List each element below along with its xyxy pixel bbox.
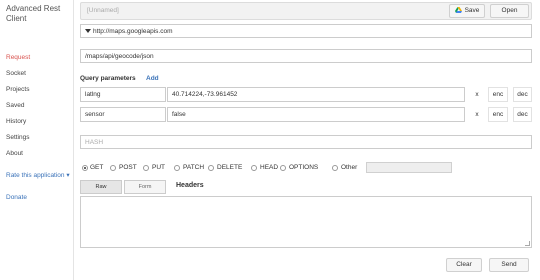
method-label-put: PUT [152,164,165,171]
query-param-row: latlng 40.714224,-73.961452 x enc dec [80,87,532,102]
rate-app-link[interactable]: Rate this application ▾ [6,172,70,181]
method-label-post: POST [119,164,137,171]
method-label-get: GET [90,164,104,171]
app-title: Advanced Rest Client [6,4,61,23]
sidebar-item-saved[interactable]: Saved [6,101,30,117]
chevron-down-icon[interactable] [85,29,91,33]
toolbar: [Unnamed] Save Open [80,2,532,20]
sidebar-item-settings[interactable]: Settings [6,133,30,149]
resize-handle-icon[interactable] [525,241,530,246]
remove-param-button[interactable]: x [470,107,484,122]
payload-tabs: Raw Form Headers [80,180,532,194]
clear-button[interactable]: Clear [446,258,482,272]
encode-param-button[interactable]: enc [488,87,508,102]
method-radio-other[interactable] [332,165,338,171]
sidebar-item-projects[interactable]: Projects [6,85,30,101]
remove-param-button[interactable]: x [470,87,484,102]
tab-form[interactable]: Form [124,180,166,194]
method-label-patch: PATCH [183,164,205,171]
method-radio-options[interactable] [280,165,286,171]
method-radio-head[interactable] [251,165,257,171]
sidebar-item-history[interactable]: History [6,117,30,133]
method-label-head: HEAD [260,164,279,171]
method-label-other: Other [341,164,358,171]
decode-param-button[interactable]: dec [513,87,532,102]
sidebar-nav: Request Socket Projects Saved History Se… [6,53,30,165]
donate-link[interactable]: Donate [6,194,27,201]
sidebar-item-request[interactable]: Request [6,53,30,69]
open-button[interactable]: Open [490,4,529,18]
param-value-field[interactable]: 40.714224,-73.961452 [167,87,465,102]
save-button[interactable]: Save [449,4,485,18]
param-name-field[interactable]: latlng [80,87,166,102]
send-button[interactable]: Send [489,258,529,272]
decode-param-button[interactable]: dec [513,107,532,122]
method-radio-delete[interactable] [208,165,214,171]
url-value: http://maps.googleapis.com [93,28,173,35]
method-radio-get[interactable] [82,165,88,171]
tab-raw[interactable]: Raw [80,180,122,194]
method-radio-put[interactable] [143,165,149,171]
sidebar: Advanced Rest Client Request Socket Proj… [0,0,74,280]
hash-placeholder: HASH [85,139,104,146]
path-field[interactable]: /maps/api/geocode/json [80,49,532,63]
headers-textarea[interactable] [80,196,532,248]
method-radio-post[interactable] [110,165,116,171]
query-parameters-title: Query parameters [80,75,136,82]
hash-field[interactable]: HASH [80,135,532,149]
query-param-row: sensor false x enc dec [80,107,532,122]
http-method-selector: GET POST PUT PATCH DELETE HEAD OPTIONS O… [80,162,532,174]
save-button-label: Save [464,7,480,14]
sidebar-item-socket[interactable]: Socket [6,69,30,85]
method-label-delete: DELETE [217,164,243,171]
method-radio-patch[interactable] [174,165,180,171]
project-name: [Unnamed] [87,7,119,14]
param-name-field[interactable]: sensor [80,107,166,122]
url-field[interactable]: http://maps.googleapis.com [80,24,532,38]
other-method-input[interactable] [366,162,452,173]
param-value-field[interactable]: false [167,107,465,122]
headers-label: Headers [176,182,204,189]
add-parameter-link[interactable]: Add [146,75,159,82]
method-label-options: OPTIONS [289,164,319,171]
google-drive-icon [454,7,462,14]
sidebar-item-about[interactable]: About [6,149,30,165]
path-value: /maps/api/geocode/json [85,53,154,60]
encode-param-button[interactable]: enc [488,107,508,122]
